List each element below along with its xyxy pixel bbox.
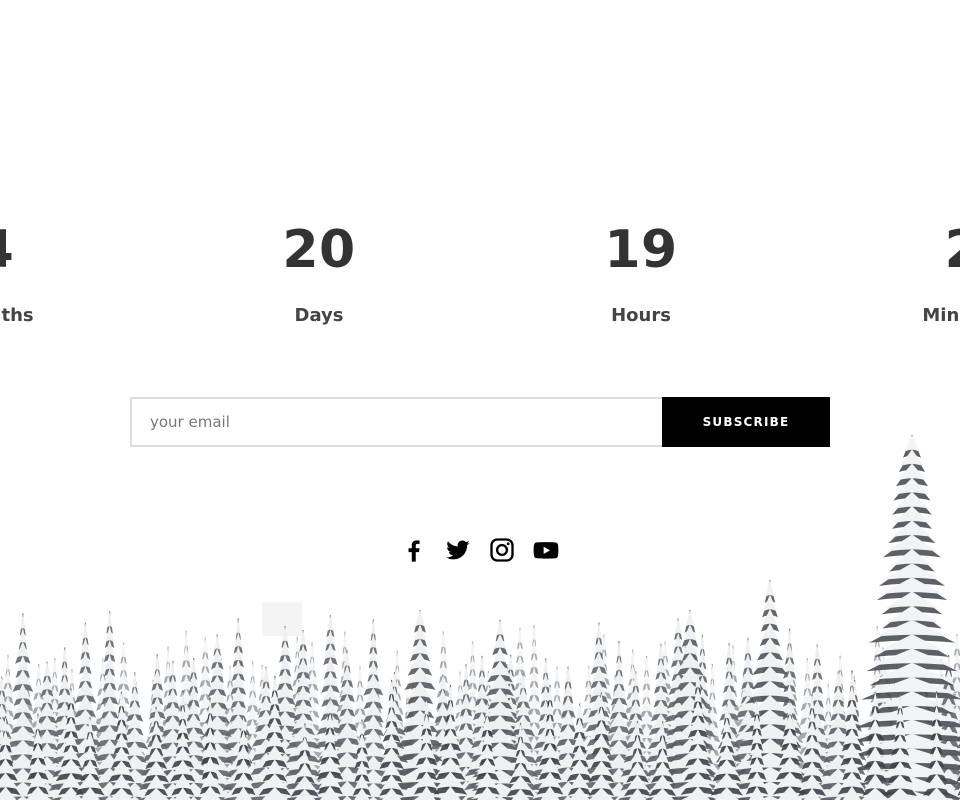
countdown-months-label: Months [0, 305, 34, 326]
instagram-link[interactable] [488, 536, 516, 564]
youtube-icon [533, 542, 559, 559]
facebook-link[interactable] [400, 536, 428, 564]
facebook-icon [408, 540, 420, 562]
countdown-hours: 19 Hours [561, 218, 721, 328]
countdown-timer: 4 Months 20 Days 19 Hours 2 Minutes [0, 0, 960, 340]
countdown-hours-label: Hours [611, 305, 671, 326]
snowy-pine-trees-image [0, 435, 960, 800]
countdown-months-value: 4 [0, 218, 76, 282]
forest-background [0, 420, 960, 800]
countdown-days-value: 20 [282, 220, 356, 280]
social-links [400, 534, 560, 566]
countdown-days-label: Days [294, 305, 344, 326]
countdown-days: 20 Days [239, 218, 399, 328]
countdown-minutes: 2 Minutes [883, 218, 960, 328]
instagram-icon [490, 538, 514, 562]
youtube-link[interactable] [532, 536, 560, 564]
twitter-link[interactable] [444, 536, 472, 564]
countdown-months: 4 Months [0, 218, 76, 328]
countdown-minutes-label: Minutes [922, 305, 960, 326]
twitter-icon [446, 540, 470, 560]
countdown-hours-value: 19 [604, 220, 678, 280]
countdown-minutes-value: 2 [883, 218, 960, 282]
